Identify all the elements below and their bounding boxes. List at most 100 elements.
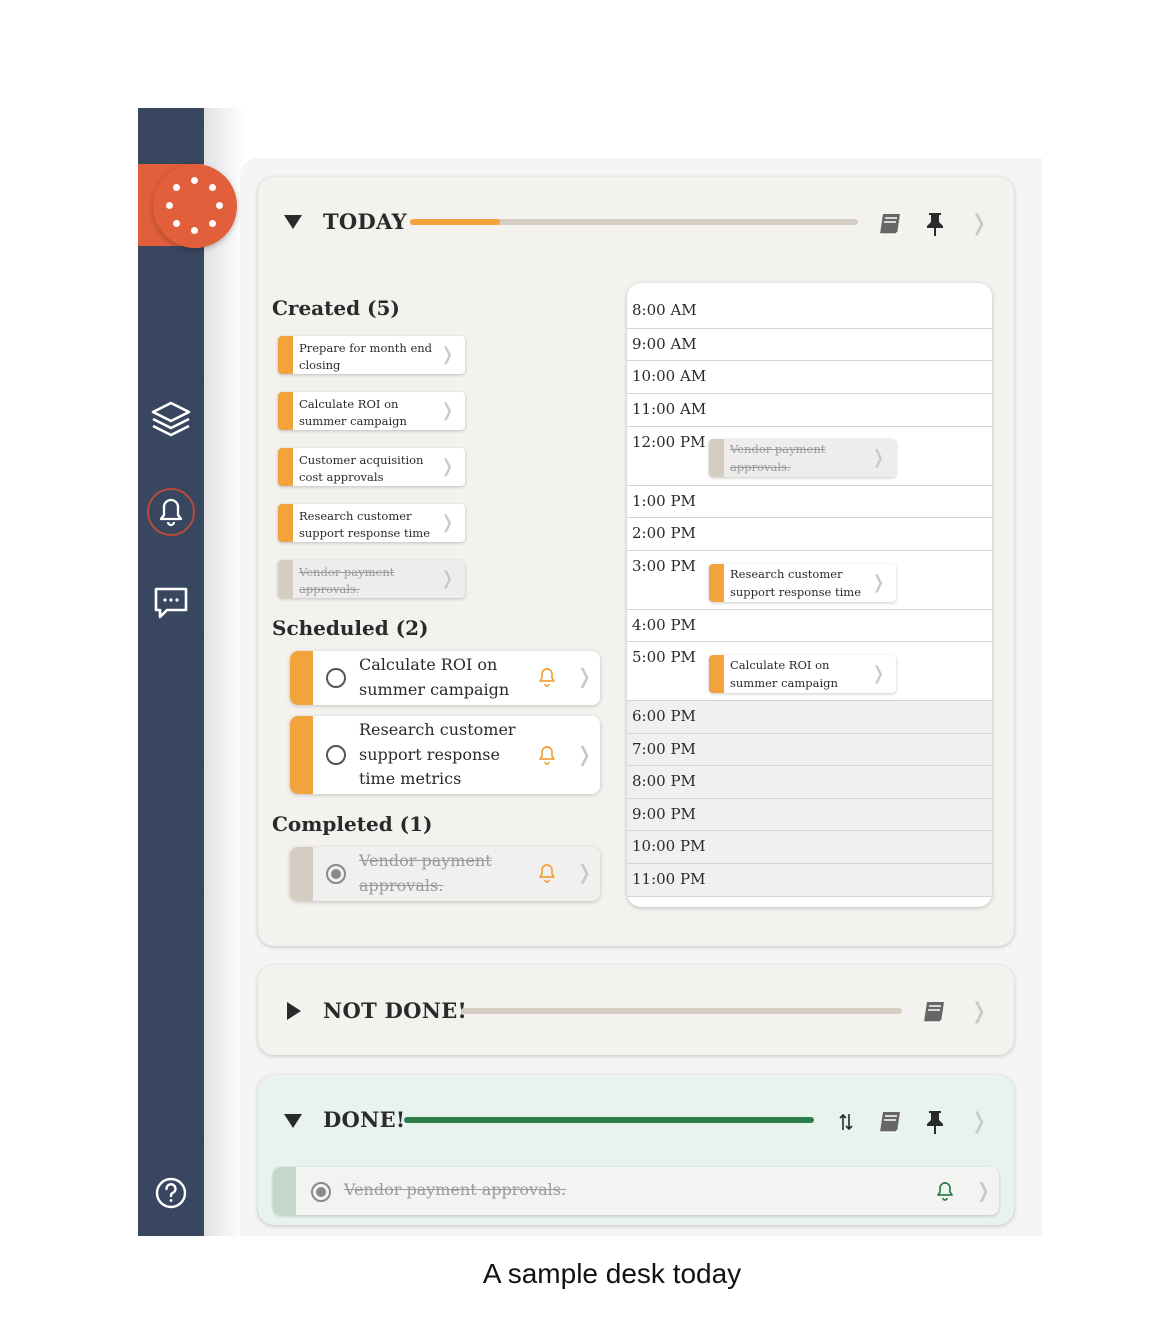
expand-triangle-icon[interactable] bbox=[285, 1001, 303, 1025]
created-section-title: Created (5) bbox=[272, 296, 400, 320]
completed-task[interactable]: Vendor payment approvals. ❭ bbox=[290, 847, 600, 901]
chevron-right-icon[interactable]: ❭ bbox=[576, 860, 593, 884]
calendar-event[interactable]: Calculate ROI on summer campaign ❭ bbox=[709, 655, 896, 693]
figure-caption: A sample desk today bbox=[482, 1258, 742, 1289]
calendar-time-label: 10:00 PM bbox=[632, 837, 706, 855]
calendar-time-label: 11:00 AM bbox=[632, 400, 707, 418]
day-calendar: 8:00 AM 9:00 AM 10:00 AM 11:00 AM 12:00 … bbox=[627, 283, 992, 907]
help-icon[interactable] bbox=[146, 1168, 196, 1218]
chevron-right-icon[interactable]: ❭ bbox=[871, 447, 886, 468]
calendar-hour-row[interactable]: 5:00 PM Calculate ROI on summer campaign… bbox=[627, 642, 992, 701]
calendar-hour-row[interactable]: 7:00 PM bbox=[627, 734, 992, 766]
calendar-hour-row[interactable]: 3:00 PM Research customer support respon… bbox=[627, 551, 992, 610]
calendar-event-label: Vendor payment approvals. bbox=[730, 442, 826, 474]
created-task-completed[interactable]: Vendor payment approvals. ❭ bbox=[278, 560, 465, 598]
created-task[interactable]: Research customer support response time … bbox=[278, 504, 465, 542]
calendar-hour-row[interactable]: 12:00 PM Vendor payment approvals. ❭ bbox=[627, 427, 992, 486]
done-progress-bar bbox=[404, 1117, 814, 1123]
layers-icon[interactable] bbox=[146, 395, 196, 445]
created-task[interactable]: Customer acquisition cost approvals ❭ bbox=[278, 448, 465, 486]
calendar-hour-row[interactable]: 1:00 PM bbox=[627, 486, 992, 518]
chevron-right-icon[interactable]: ❭ bbox=[440, 344, 455, 365]
task-radio-checked[interactable] bbox=[326, 864, 346, 884]
done-progress-fill bbox=[404, 1117, 814, 1123]
calendar-time-label: 10:00 AM bbox=[632, 367, 707, 385]
chevron-right-icon[interactable]: ❭ bbox=[576, 742, 593, 766]
notebook-icon[interactable] bbox=[876, 1108, 904, 1136]
chevron-right-icon[interactable]: ❭ bbox=[440, 456, 455, 477]
not-done-progress-bar bbox=[461, 1008, 902, 1014]
calendar-time-label: 12:00 PM bbox=[632, 433, 706, 451]
done-task[interactable]: Vendor payment approvals. ❭ bbox=[273, 1167, 999, 1215]
bell-icon[interactable] bbox=[146, 487, 196, 537]
calendar-hour-row[interactable]: 2:00 PM bbox=[627, 518, 992, 551]
bell-icon[interactable] bbox=[538, 863, 556, 887]
created-task-label: Calculate ROI on summer campaign bbox=[299, 397, 407, 428]
calendar-hour-row[interactable]: 9:00 PM bbox=[627, 799, 992, 831]
created-task[interactable]: Prepare for month end closing ❭ bbox=[278, 336, 465, 374]
scheduled-task-label: Calculate ROI on summer campaign bbox=[359, 655, 510, 699]
created-task-label: Prepare for month end closing bbox=[299, 341, 433, 372]
calendar-time-label: 4:00 PM bbox=[632, 616, 696, 634]
calendar-hour-row[interactable]: 4:00 PM bbox=[627, 610, 992, 642]
bell-icon[interactable] bbox=[538, 667, 556, 691]
calendar-event[interactable]: Vendor payment approvals. ❭ bbox=[709, 439, 896, 477]
calendar-event-label: Calculate ROI on summer campaign bbox=[730, 658, 838, 690]
calendar-hour-row[interactable]: 10:00 AM bbox=[627, 361, 992, 394]
scheduled-task-label: Research customer support response time … bbox=[359, 720, 516, 788]
calendar-hour-row[interactable]: 10:00 PM bbox=[627, 831, 992, 864]
done-title: DONE! bbox=[323, 1107, 406, 1132]
bell-icon[interactable] bbox=[936, 1181, 954, 1205]
calendar-time-label: 9:00 PM bbox=[632, 805, 696, 823]
sidebar bbox=[138, 108, 204, 1236]
calendar-time-label: 8:00 PM bbox=[632, 772, 696, 790]
chevron-right-icon[interactable]: ❭ bbox=[871, 663, 886, 684]
chat-icon[interactable] bbox=[146, 578, 196, 628]
today-chevron-right-icon[interactable]: ❭ bbox=[965, 209, 993, 237]
calendar-hour-row[interactable]: 11:00 AM bbox=[627, 394, 992, 427]
today-title: TODAY bbox=[323, 209, 407, 234]
done-chevron-right-icon[interactable]: ❭ bbox=[965, 1107, 993, 1135]
notebook-icon[interactable] bbox=[920, 998, 948, 1026]
task-radio[interactable] bbox=[326, 668, 346, 688]
pin-icon[interactable] bbox=[921, 210, 949, 238]
chevron-right-icon[interactable]: ❭ bbox=[440, 400, 455, 421]
task-color-bar bbox=[278, 336, 293, 374]
task-color-bar bbox=[273, 1167, 296, 1215]
calendar-hour-row[interactable]: 11:00 PM bbox=[627, 864, 992, 897]
chevron-right-icon[interactable]: ❭ bbox=[871, 572, 886, 593]
chevron-right-icon[interactable]: ❭ bbox=[440, 512, 455, 533]
not-done-chevron-right-icon[interactable]: ❭ bbox=[965, 997, 993, 1025]
calendar-hour-row[interactable]: 8:00 PM bbox=[627, 766, 992, 799]
collapse-triangle-icon[interactable] bbox=[283, 213, 303, 235]
created-task[interactable]: Calculate ROI on summer campaign ❭ bbox=[278, 392, 465, 430]
scheduled-task[interactable]: Research customer support response time … bbox=[290, 716, 600, 794]
scheduled-task[interactable]: Calculate ROI on summer campaign ❭ bbox=[290, 651, 600, 705]
created-task-label: Customer acquisition cost approvals bbox=[299, 453, 424, 484]
sort-icon[interactable] bbox=[832, 1108, 860, 1136]
sidebar-shadow bbox=[204, 108, 244, 1236]
pin-icon[interactable] bbox=[921, 1108, 949, 1136]
task-color-bar bbox=[709, 655, 724, 693]
calendar-event[interactable]: Research customer support response time … bbox=[709, 564, 896, 602]
dotted-circle-logo-icon[interactable] bbox=[153, 164, 237, 248]
today-progress-fill bbox=[410, 219, 500, 225]
created-task-label: Vendor payment approvals. bbox=[299, 565, 395, 596]
completed-task-label: Vendor payment approvals. bbox=[359, 851, 492, 895]
chevron-right-icon[interactable]: ❭ bbox=[576, 664, 593, 688]
calendar-time-label: 6:00 PM bbox=[632, 707, 696, 725]
calendar-hour-row[interactable]: 6:00 PM bbox=[627, 701, 992, 734]
calendar-hour-row[interactable]: 9:00 AM bbox=[627, 329, 992, 361]
bell-icon[interactable] bbox=[538, 745, 556, 769]
done-task-label: Vendor payment approvals. bbox=[344, 1180, 567, 1199]
chevron-right-icon[interactable]: ❭ bbox=[975, 1178, 992, 1202]
task-radio[interactable] bbox=[326, 745, 346, 765]
calendar-hour-row[interactable]: 8:00 AM bbox=[627, 295, 992, 329]
task-radio-checked[interactable] bbox=[311, 1182, 331, 1202]
task-color-bar bbox=[709, 439, 724, 477]
collapse-triangle-icon[interactable] bbox=[283, 1112, 303, 1134]
notebook-icon[interactable] bbox=[876, 210, 904, 238]
chevron-right-icon[interactable]: ❭ bbox=[440, 568, 455, 589]
task-color-bar bbox=[290, 716, 313, 794]
today-progress-bar bbox=[410, 219, 858, 225]
